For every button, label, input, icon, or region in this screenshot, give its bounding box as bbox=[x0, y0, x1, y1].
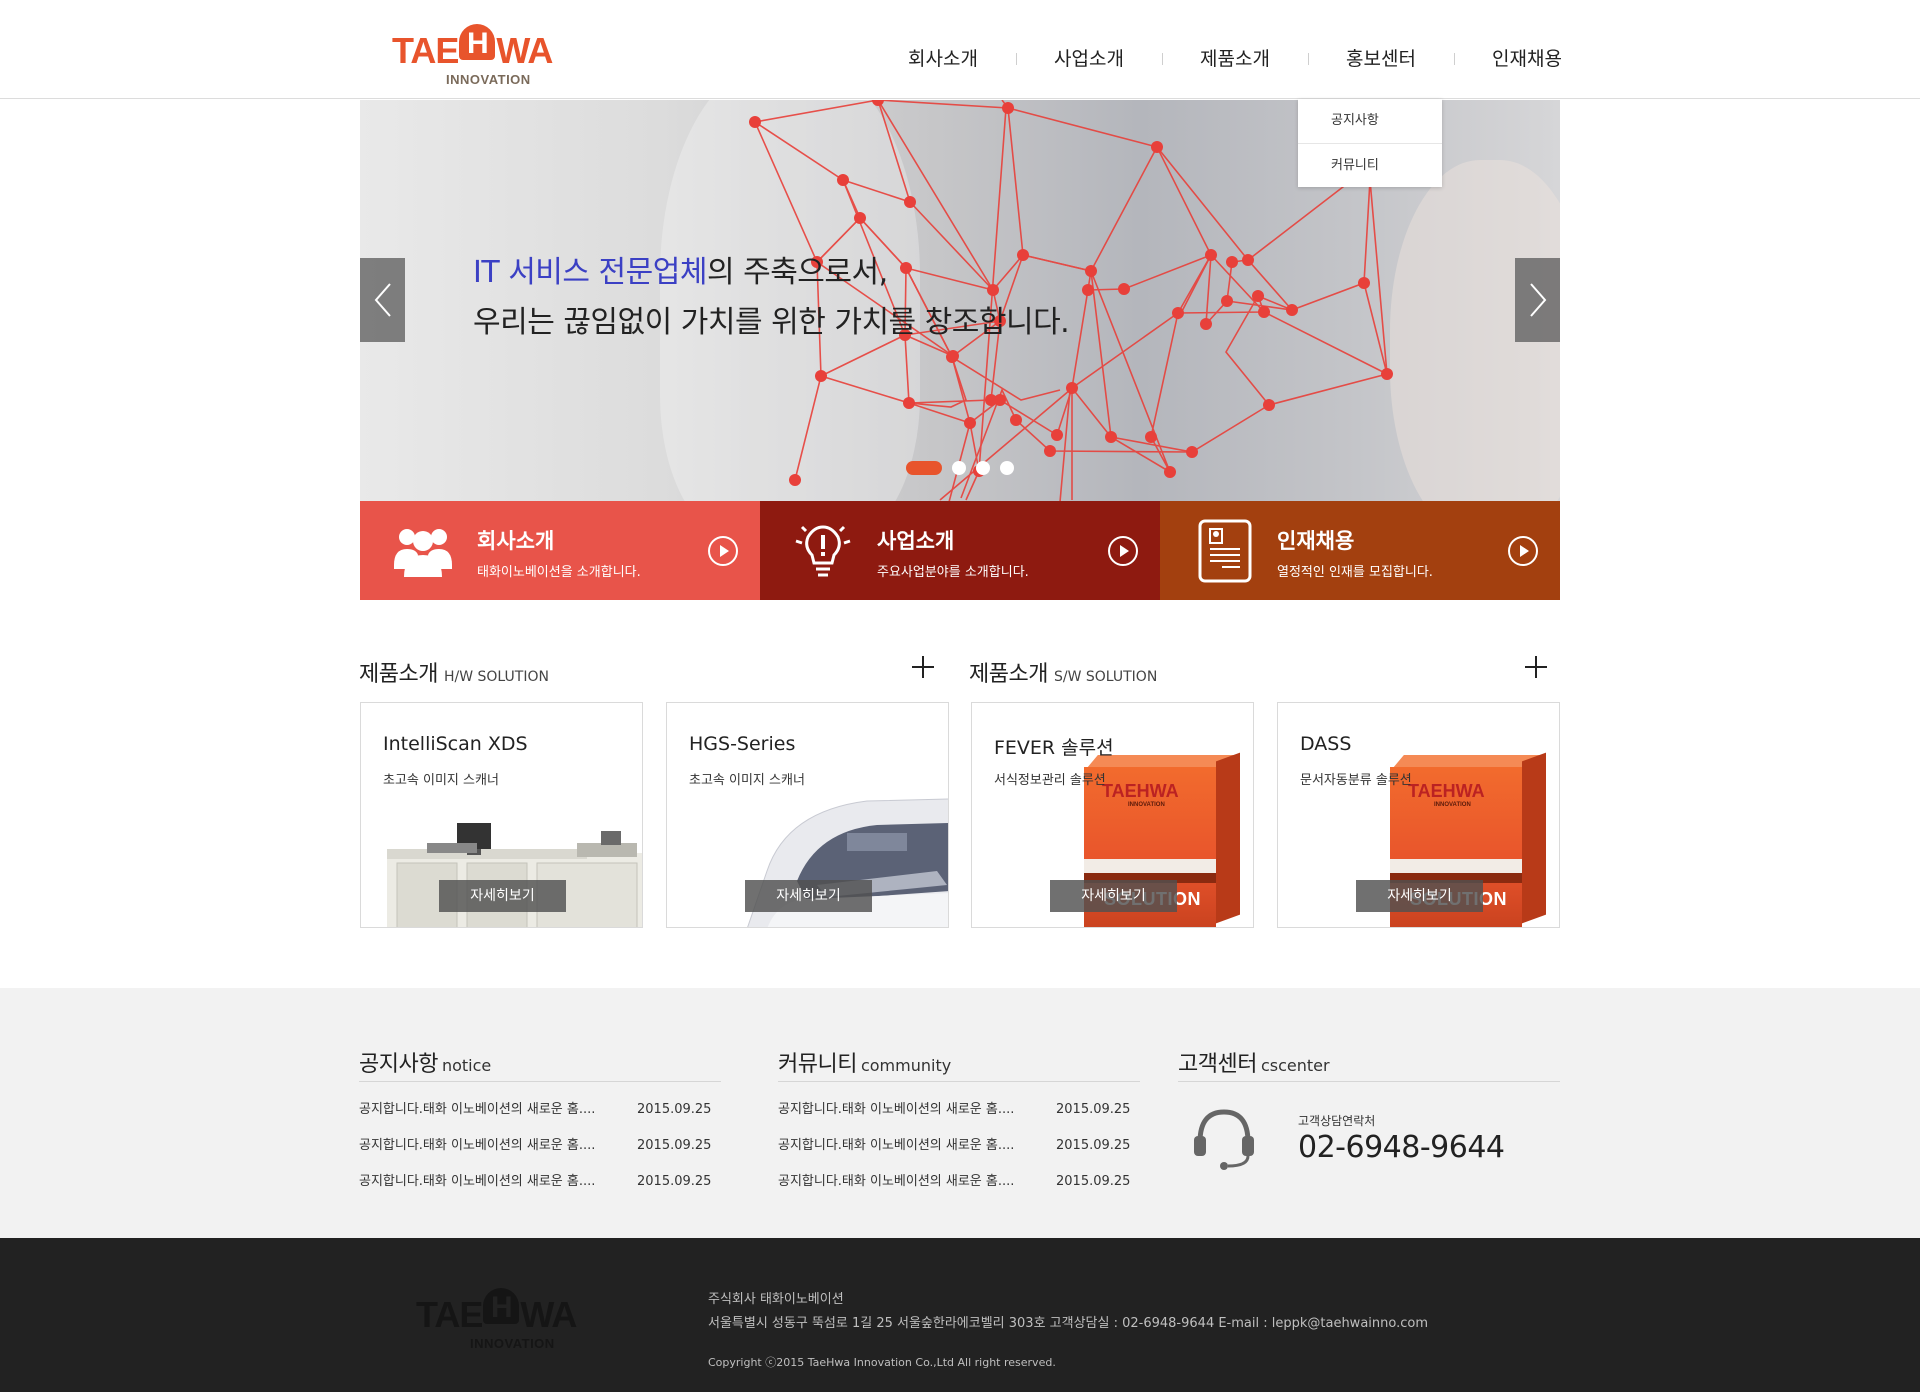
community-header: 커뮤니티 community bbox=[778, 1046, 1140, 1082]
hero-dot-2[interactable] bbox=[952, 461, 966, 475]
quick-link-title: 사업소개 bbox=[877, 529, 955, 553]
logo-wordmark: TAE H WA bbox=[392, 24, 553, 72]
product-card[interactable]: DASS 문서자동분류 솔루션 TAEHWAINNOVATION SOLUTIO… bbox=[1277, 702, 1560, 928]
footer-company: 주식회사 태화이노베이션 bbox=[708, 1292, 844, 1307]
resume-icon bbox=[1198, 519, 1252, 583]
product-title: FEVER 솔루션 bbox=[994, 737, 1114, 759]
hero-dot-1[interactable] bbox=[906, 461, 942, 475]
dropdown-item-notice[interactable]: 공지사항 bbox=[1298, 99, 1442, 143]
section-title: 제품소개 bbox=[359, 662, 438, 687]
product-title: HGS-Series bbox=[689, 733, 796, 755]
product-desc: 서식정보관리 솔루션 bbox=[994, 773, 1106, 788]
product-desc: 초고속 이미지 스캐너 bbox=[689, 773, 805, 788]
list-item[interactable]: 공지합니다.태화 이노베이션의 새로운 홈.... 2015.09.25 bbox=[778, 1128, 1140, 1164]
footer-address: 서울특별시 성동구 뚝섬로 1길 25 서울숲한라에코벨리 303호 고객상담실… bbox=[708, 1316, 1428, 1331]
logo-wordmark: TAE H WA bbox=[416, 1288, 577, 1336]
cscenter-header: 고객센터 cscenter bbox=[1178, 1046, 1560, 1082]
hero-dot-3[interactable] bbox=[976, 461, 990, 475]
product-desc: 문서자동분류 솔루션 bbox=[1300, 773, 1412, 788]
product-title: DASS bbox=[1300, 733, 1352, 755]
footer-logo[interactable]: TAE H WA INNOVATION bbox=[416, 1288, 596, 1358]
cscenter-phone[interactable]: 02-6948-9644 bbox=[1298, 1130, 1505, 1165]
info-section: 공지사항 notice 공지합니다.태화 이노베이션의 새로운 홈.... 2015… bbox=[0, 988, 1920, 1238]
site-footer: TAE H WA INNOVATION 주식회사 태화이노베이션 서울특별시 성동구… bbox=[0, 1238, 1920, 1392]
quick-link-desc: 주요사업분야를 소개합니다. bbox=[877, 565, 1029, 580]
quick-link-title: 회사소개 bbox=[477, 529, 555, 553]
nav-item-recruit[interactable]: 인재채용 bbox=[1454, 44, 1600, 71]
product-card[interactable]: HGS-Series 초고속 이미지 스캐너 자세히보기 bbox=[666, 702, 949, 928]
page: TAE H WA INNOVATION 회사소개 사업소개 제품소개 홍보센터 인재… bbox=[0, 0, 1920, 1392]
product-card[interactable]: IntelliScan XDS 초고속 이미지 스캐너 자세히보기 bbox=[360, 702, 643, 928]
product-desc: 초고속 이미지 스캐너 bbox=[383, 773, 499, 788]
hero-pagination bbox=[906, 461, 1024, 475]
hw-solution-header: 제품소개 H/W SOLUTION bbox=[359, 656, 939, 687]
quick-link-company[interactable]: 회사소개 태화이노베이션을 소개합니다. bbox=[360, 501, 760, 600]
section-subtitle: H/W SOLUTION bbox=[443, 669, 549, 685]
dropdown-item-community[interactable]: 커뮤니티 bbox=[1298, 143, 1442, 187]
list-item[interactable]: 공지합니다.태화 이노베이션의 새로운 홈.... 2015.09.25 bbox=[359, 1164, 721, 1200]
view-details-button[interactable]: 자세히보기 bbox=[745, 880, 872, 912]
notice-board: 공지사항 notice 공지합니다.태화 이노베이션의 새로운 홈.... 2015… bbox=[359, 1046, 721, 1200]
community-list: 공지합니다.태화 이노베이션의 새로운 홈.... 2015.09.25 공지합니… bbox=[778, 1092, 1140, 1200]
notice-header: 공지사항 notice bbox=[359, 1046, 721, 1082]
quick-link-desc: 열정적인 인재를 모집합니다. bbox=[1277, 565, 1433, 580]
list-item[interactable]: 공지합니다.태화 이노베이션의 새로운 홈.... 2015.09.25 bbox=[359, 1092, 721, 1128]
play-circle-icon[interactable] bbox=[1508, 536, 1538, 566]
cscenter-label: 고객상담연락처 bbox=[1298, 1114, 1376, 1128]
community-board: 커뮤니티 community 공지합니다.태화 이노베이션의 새로운 홈.... 2… bbox=[778, 1046, 1140, 1200]
quick-link-desc: 태화이노베이션을 소개합니다. bbox=[477, 565, 641, 580]
pr-center-dropdown: 공지사항 커뮤니티 bbox=[1298, 99, 1442, 187]
list-item[interactable]: 공지합니다.태화 이노베이션의 새로운 홈.... 2015.09.25 bbox=[778, 1164, 1140, 1200]
quick-link-recruit[interactable]: 인재채용 열정적인 인재를 모집합니다. bbox=[1160, 501, 1560, 600]
chevron-right-icon bbox=[1529, 283, 1546, 317]
section-subtitle: S/W SOLUTION bbox=[1053, 669, 1158, 685]
list-item[interactable]: 공지합니다.태화 이노베이션의 새로운 홈.... 2015.09.25 bbox=[359, 1128, 721, 1164]
hero-headline-line2: 우리는 끊임없이 가치를 위한 가치를 창조합니다. bbox=[473, 305, 1070, 340]
chevron-left-icon bbox=[374, 283, 391, 317]
plus-icon[interactable] bbox=[912, 656, 934, 678]
box-logo: TAEHWA INNOVATION bbox=[1102, 781, 1179, 808]
product-card[interactable]: FEVER 솔루션 서식정보관리 솔루션 TAEHWAINNOVATION SO… bbox=[971, 702, 1254, 928]
nav-item-products[interactable]: 제품소개 bbox=[1162, 44, 1308, 71]
hero-next-button[interactable] bbox=[1515, 258, 1560, 342]
nav-item-company[interactable]: 회사소개 bbox=[870, 44, 1016, 71]
notice-list: 공지합니다.태화 이노베이션의 새로운 홈.... 2015.09.25 공지합니… bbox=[359, 1092, 721, 1200]
logo-subtitle: INNOVATION bbox=[446, 72, 531, 87]
people-icon bbox=[394, 529, 452, 577]
lightbulb-icon bbox=[795, 525, 851, 577]
hero-headline-line1: IT 서비스 전문업체의 주축으로서, bbox=[473, 255, 888, 290]
site-logo[interactable]: TAE H WA INNOVATION bbox=[392, 14, 574, 88]
customer-center: 고객센터 cscenter 고객상담연락처 02-6948-9644 bbox=[1178, 1046, 1560, 1216]
view-details-button[interactable]: 자세히보기 bbox=[1050, 880, 1177, 912]
nav-item-business[interactable]: 사업소개 bbox=[1016, 44, 1162, 71]
quick-link-business[interactable]: 사업소개 주요사업분야를 소개합니다. bbox=[760, 501, 1160, 600]
plus-icon[interactable] bbox=[1525, 656, 1547, 678]
main-nav: 회사소개 사업소개 제품소개 홍보센터 인재채용 bbox=[870, 44, 1600, 71]
hero-headline: IT 서비스 전문업체의 주축으로서, 우리는 끊임없이 가치를 위한 가치를 … bbox=[473, 248, 1070, 348]
play-circle-icon[interactable] bbox=[1108, 536, 1138, 566]
hero-prev-button[interactable] bbox=[360, 258, 405, 342]
nav-item-pr-center[interactable]: 홍보센터 bbox=[1308, 44, 1454, 71]
view-details-button[interactable]: 자세히보기 bbox=[1356, 880, 1483, 912]
quick-links: 회사소개 태화이노베이션을 소개합니다. 사업소개 주요사업분야를 소개합니다. bbox=[360, 501, 1560, 600]
box-logo: TAEHWA INNOVATION bbox=[1408, 781, 1485, 808]
footer-copyright: Copyright ⓒ2015 TaeHwa Innovation Co.,Lt… bbox=[708, 1356, 1056, 1369]
hero-dot-4[interactable] bbox=[1000, 461, 1014, 475]
site-header: TAE H WA INNOVATION 회사소개 사업소개 제품소개 홍보센터 인재… bbox=[0, 0, 1920, 99]
section-title: 제품소개 bbox=[969, 662, 1048, 687]
product-title: IntelliScan XDS bbox=[383, 733, 528, 755]
quick-link-title: 인재채용 bbox=[1277, 529, 1355, 553]
sw-solution-header: 제품소개 S/W SOLUTION bbox=[969, 656, 1559, 687]
play-circle-icon[interactable] bbox=[708, 536, 738, 566]
logo-subtitle: INNOVATION bbox=[470, 1336, 555, 1351]
list-item[interactable]: 공지합니다.태화 이노베이션의 새로운 홈.... 2015.09.25 bbox=[778, 1092, 1140, 1128]
headset-icon bbox=[1194, 1109, 1254, 1170]
view-details-button[interactable]: 자세히보기 bbox=[439, 880, 566, 912]
